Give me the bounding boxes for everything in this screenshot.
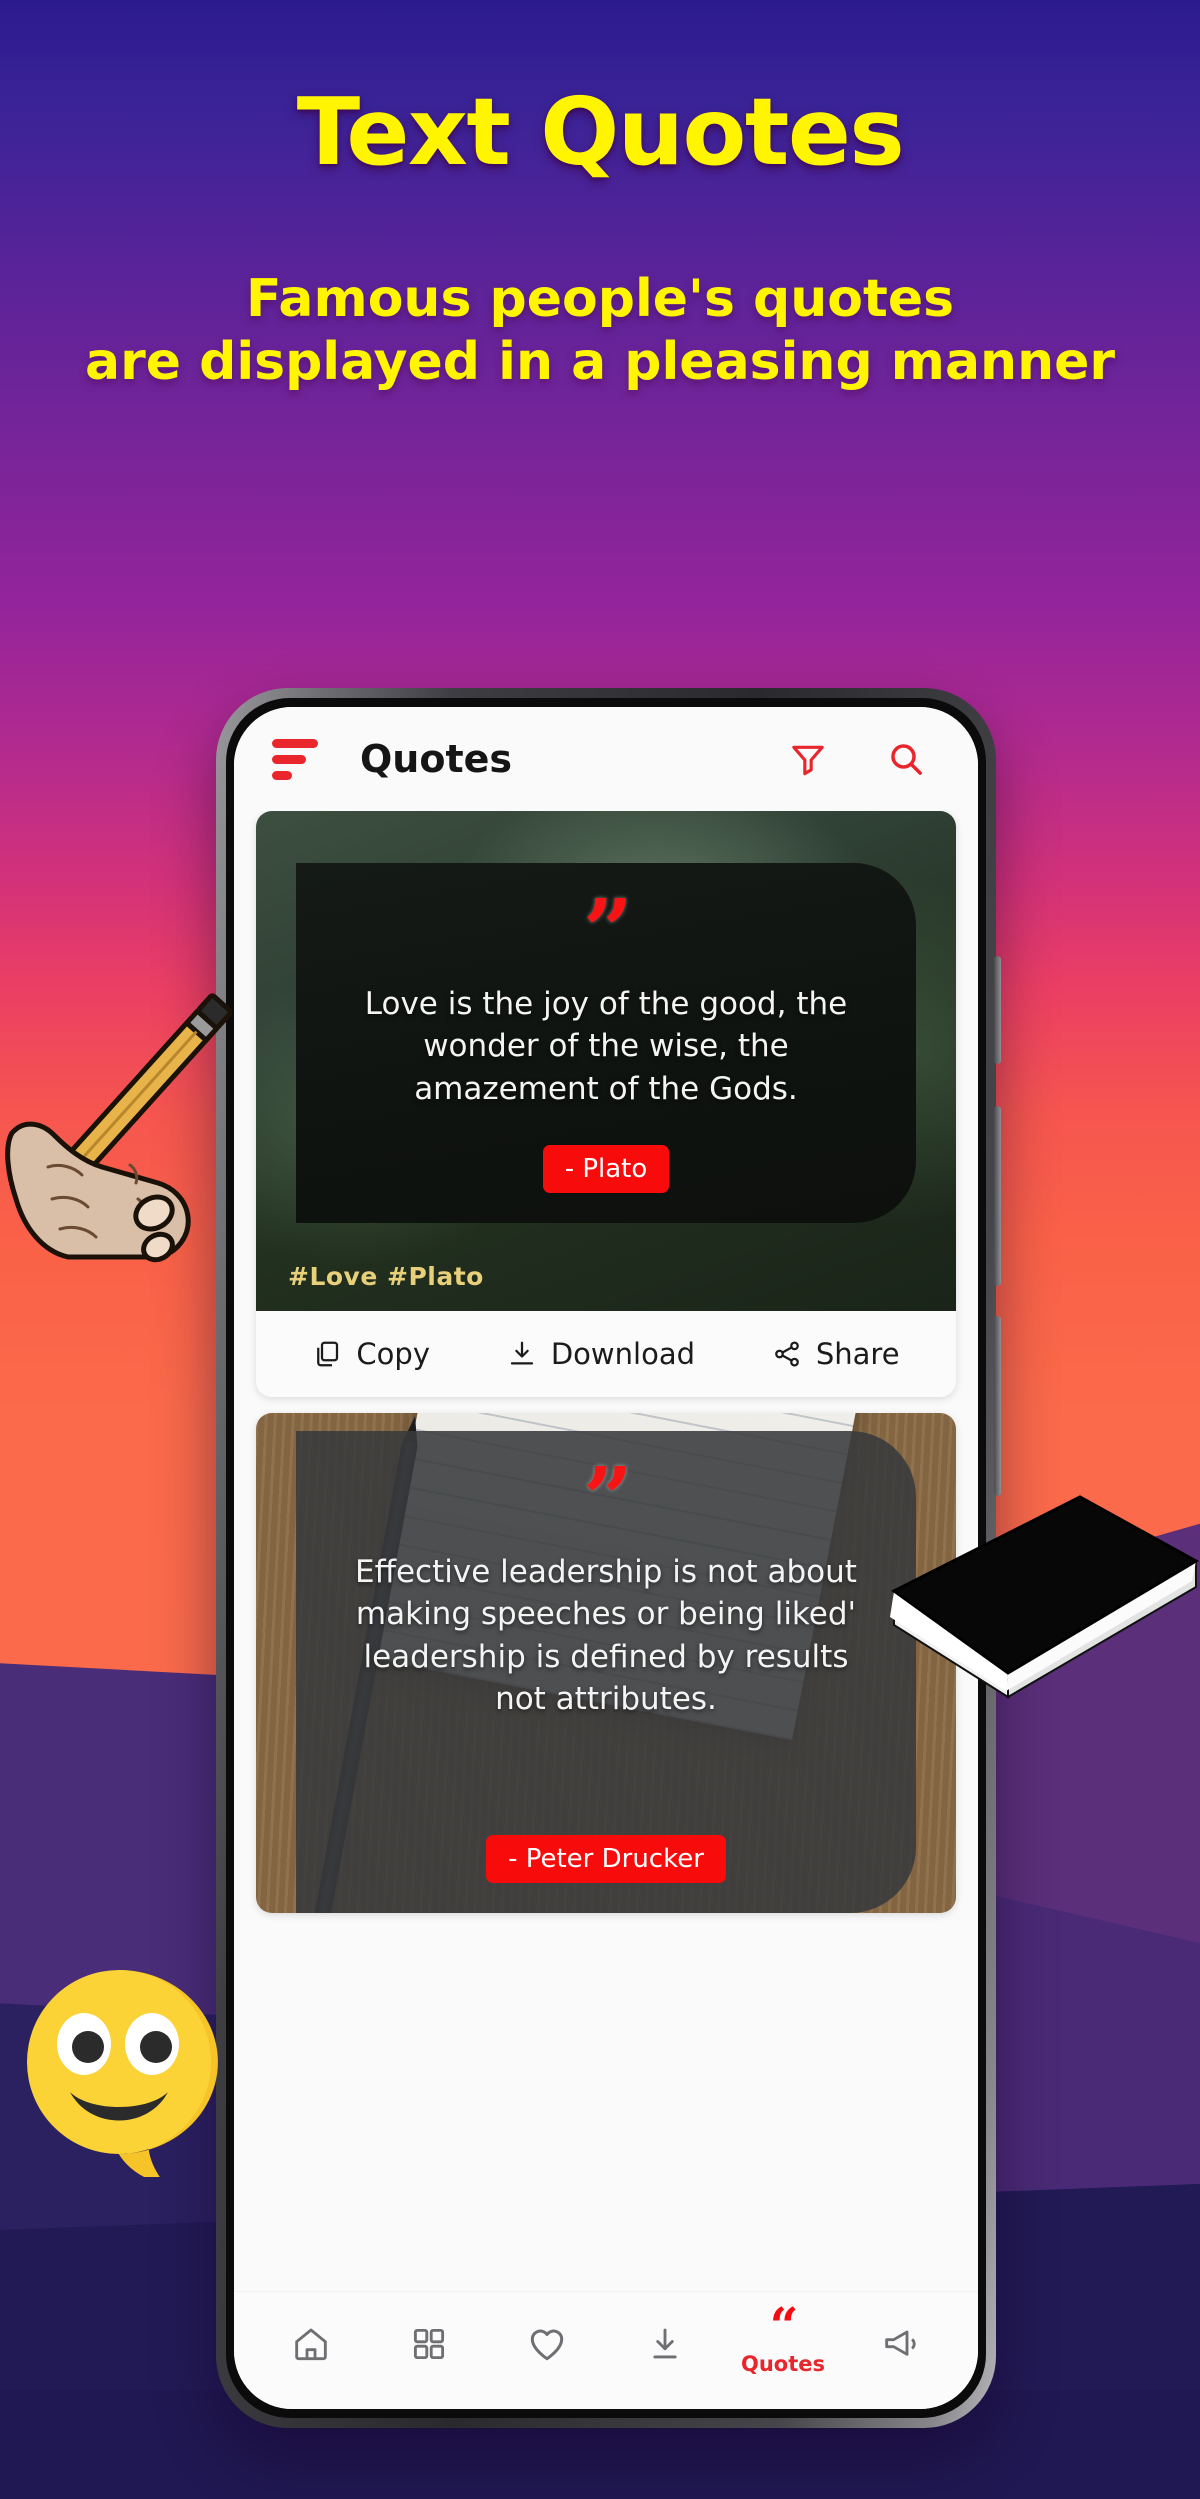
quote-text: Effective leadership is not about making… [355,1553,857,1718]
share-label: Share [815,1337,900,1371]
quote-tags[interactable]: #Love #Plato [288,1262,484,1291]
nav-item-quotes-label: Quotes [740,2351,825,2376]
sort-lines-icon[interactable] [272,738,318,780]
promo-subtitle-line-2: are displayed in a pleasing manner [84,332,1116,393]
nav-item-home[interactable] [265,2324,357,2364]
hand-writing-pencil-illustration [0,985,233,1275]
promo-subtitle-line-1: Famous people's quotes [245,269,955,329]
nav-item-favourites[interactable] [501,2323,593,2365]
quote-text: Love is the joy of the good, the wonder … [364,985,848,1107]
quote-panel: ” Love is the joy of the good, the wonde… [296,863,916,1223]
nav-item-announcements[interactable] [855,2324,947,2364]
quote-icon: “ [769,2295,799,2355]
copy-button[interactable]: Copy [312,1337,430,1371]
quote-author-wrap: - Plato [542,1145,670,1193]
phone-side-button-bottom[interactable] [994,1316,1001,1496]
quote-mark-icon: ” [583,1449,633,1550]
quote-author-wrap: - Peter Drucker [486,1835,726,1883]
sort-line-2 [272,754,306,764]
promo-subtitle: Famous people's quotes are displayed in … [0,268,1200,395]
promo-heading-block: Text Quotes Famous people's quotes are d… [0,0,1200,395]
nav-item-categories[interactable] [383,2325,475,2363]
nav-item-downloads[interactable] [619,2325,711,2363]
sort-line-1 [272,738,318,748]
bottom-navigation-bar: “ Quotes [234,2291,978,2409]
app-bar-title: Quotes [360,737,513,781]
copy-label: Copy [356,1337,430,1371]
quote-card[interactable]: ” Love is the joy of the good, the wonde… [256,811,956,1397]
quote-card-image: ” Love is the joy of the good, the wonde… [256,811,956,1311]
sort-line-3 [272,770,292,780]
phone-bezel: Quotes ” Love is the joy of the good, th… [226,698,986,2418]
quote-mark-icon: ” [583,881,633,982]
download-button[interactable]: Download [507,1337,695,1371]
quote-card[interactable]: ” Effective leadership is not about maki… [256,1413,956,1913]
funnel-filter-icon[interactable] [780,731,836,787]
phone-side-button-middle[interactable] [994,1106,1001,1286]
nav-item-quotes[interactable]: “ Quotes [737,2295,829,2376]
quote-card-actions: Copy Download Share [256,1311,956,1397]
download-label: Download [550,1337,695,1371]
page-title: Text Quotes [296,78,905,186]
phone-mockup: Quotes ” Love is the joy of the good, th… [216,688,1001,2428]
phone-side-button-top[interactable] [994,956,1001,1064]
app-bar: Quotes [234,707,978,811]
share-button[interactable]: Share [772,1337,900,1371]
quote-panel: ” Effective leadership is not about maki… [296,1431,916,1913]
quote-author-badge: - Plato [542,1145,670,1193]
quote-card-image: ” Effective leadership is not about maki… [256,1413,956,1913]
quote-author-badge: - Peter Drucker [486,1835,726,1883]
search-icon[interactable] [878,731,934,787]
quotes-feed[interactable]: ” Love is the joy of the good, the wonde… [234,811,978,2291]
smiley-speech-bubble-emoji [12,1962,227,2184]
app-screen: Quotes ” Love is the joy of the good, th… [234,707,978,2409]
black-hardcover-book-illustration [880,1495,1200,1745]
